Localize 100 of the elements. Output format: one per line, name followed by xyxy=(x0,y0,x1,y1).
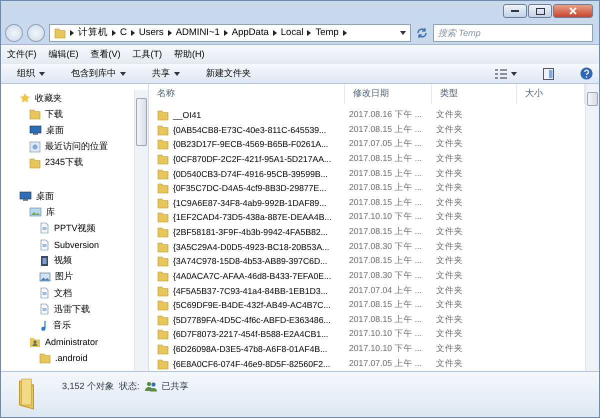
folder-icon xyxy=(157,358,169,370)
toolbar-button[interactable]: 包含到库中 xyxy=(71,67,126,80)
breadcrumb-item[interactable]: Temp xyxy=(315,27,339,38)
type-cell-text: 文件夹 xyxy=(435,196,464,209)
file-name-cell[interactable]: {4A0ACA7C-AFAA-46d8-B433-7EFA0E... xyxy=(149,270,345,282)
share-status: 已共享 xyxy=(162,380,189,393)
folder-icon xyxy=(157,299,169,312)
search-field[interactable]: 搜索 Temp xyxy=(433,24,593,42)
breadcrumb-item[interactable]: Local xyxy=(280,27,304,38)
type-cell-text: 文件夹 xyxy=(435,182,464,194)
menu-item[interactable]: 帮助(H) xyxy=(174,48,204,60)
maximize-button[interactable] xyxy=(528,4,552,18)
folder-icon xyxy=(29,156,41,169)
toolbar-button[interactable]: 组织 xyxy=(17,67,45,80)
sidebar-item[interactable]: Administrator xyxy=(1,334,134,350)
date-cell-text: 2017.08.15 上午 ... xyxy=(348,299,423,312)
toolbar-button[interactable]: 共享 xyxy=(152,67,180,80)
monitor-icon xyxy=(19,190,32,202)
sidebar-item[interactable]: 迅雷下载 xyxy=(1,301,134,318)
file-name-cell[interactable]: {3A5C29A4-D0D5-4923-BC18-20B53A... xyxy=(149,240,345,253)
chevron-icon xyxy=(224,30,228,36)
sidebar-item[interactable]: 收藏夹 xyxy=(1,90,134,106)
sidebar-item[interactable]: PPTV视频 xyxy=(1,220,134,236)
menu-item[interactable]: 编辑(E) xyxy=(48,48,78,60)
view-options-icon[interactable] xyxy=(495,68,517,78)
menu-item[interactable]: 工具(T) xyxy=(132,48,162,60)
column-header[interactable]: 类型 xyxy=(432,84,517,104)
file-name-cell[interactable]: {4F5A5B37-7C93-41a4-84BB-1EB1D3... xyxy=(149,284,345,297)
scrollbar[interactable] xyxy=(585,84,599,371)
toolbar-button[interactable]: 新建文件夹 xyxy=(206,67,251,80)
file-name-cell[interactable]: {6D7F8073-2217-454f-B588-E2A4CB1... xyxy=(149,328,345,340)
breadcrumb-item[interactable]: ADMINI~1 xyxy=(176,27,220,38)
sidebar-item[interactable]: 库 xyxy=(1,204,134,220)
file-name-cell[interactable]: {1EF2CAD4-73D5-438a-887E-DEAA4B... xyxy=(149,211,345,224)
file-name-cell[interactable]: __OI41 xyxy=(149,109,345,122)
file-name-cell[interactable]: {6E8A0CF6-074F-46e9-8D5F-82560F2... xyxy=(149,358,345,370)
column-header[interactable]: 修改日期 xyxy=(345,84,432,104)
file-name-cell[interactable]: {1C9A6E87-34F8-4ab9-992B-1DAF89... xyxy=(149,196,345,209)
folder-icon xyxy=(157,284,169,297)
menu-item[interactable]: 查看(V) xyxy=(90,48,120,60)
minimize-icon xyxy=(511,10,519,12)
refresh-icon[interactable] xyxy=(415,26,429,40)
scrollbar[interactable] xyxy=(134,90,148,371)
date-cell-text: 2017.10.10 下午 ... xyxy=(348,211,423,224)
file-name-cell[interactable]: {0B23D17F-9ECB-4569-B65B-F0261A... xyxy=(149,138,345,150)
folder-icon xyxy=(157,196,169,209)
minimize-button[interactable] xyxy=(503,4,527,18)
address-bar[interactable]: 计算机 C Users ADMINI~1 AppData Local Temp xyxy=(49,24,411,42)
sidebar-item[interactable]: 桌面 xyxy=(1,122,134,139)
type-cell-text: 文件夹 xyxy=(435,109,464,122)
chevron-icon xyxy=(168,30,172,36)
help-icon[interactable] xyxy=(580,67,593,80)
file-name-cell[interactable]: {5C69DF9E-B4DE-432f-AB49-AC4B7C... xyxy=(149,299,345,312)
sidebar-item[interactable]: Subversion xyxy=(1,236,134,253)
file-name-cell[interactable]: {6D26098A-D3E5-47b8-A6F8-01AF4B... xyxy=(149,343,345,356)
chevron-icon xyxy=(70,30,74,36)
folder-icon xyxy=(157,240,169,253)
folder-icon xyxy=(39,352,51,364)
folder-icon xyxy=(157,168,169,180)
folder-icon xyxy=(157,226,169,238)
menu-item[interactable]: 文件(F) xyxy=(7,48,36,60)
breadcrumb-item[interactable]: Users xyxy=(138,27,164,38)
date-cell-text: 2017.10.10 下午 ... xyxy=(348,328,423,340)
date-cell-text: 2017.08.15 上午 ... xyxy=(348,196,423,209)
file-name-cell[interactable]: {2BF58181-3F9F-4b3b-9942-4FA5B82... xyxy=(149,226,345,238)
sidebar-item[interactable]: .android xyxy=(1,350,134,366)
breadcrumb-item[interactable]: C xyxy=(120,27,127,38)
type-cell-text: 文件夹 xyxy=(435,240,464,253)
file-name-cell[interactable]: {5D7789FA-4D5C-4f6c-ABFD-E363486... xyxy=(149,314,345,326)
preview-pane-icon[interactable] xyxy=(543,68,554,80)
folder-icon xyxy=(54,26,66,38)
breadcrumb-item[interactable]: 计算机 xyxy=(78,26,108,39)
file-name-cell[interactable]: {0F35C7DC-D4A5-4cf9-8B3D-29877E... xyxy=(149,182,345,194)
date-cell-text: 2017.07.05 上午 ... xyxy=(348,138,423,150)
monitor-icon xyxy=(29,124,42,136)
date-cell-text: 2017.08.30 下午 ... xyxy=(348,240,423,253)
sidebar-item[interactable]: 最近访问的位置 xyxy=(1,138,134,155)
sidebar-item[interactable]: 下载 xyxy=(1,106,134,122)
library-document-icon xyxy=(39,287,50,300)
sidebar-item[interactable]: 视频 xyxy=(1,252,134,269)
sidebar-item[interactable]: 图片 xyxy=(1,268,134,286)
close-button[interactable] xyxy=(553,4,593,18)
folder-icon xyxy=(157,109,169,122)
file-name-cell[interactable]: {0CF870DF-2C2F-421f-95A1-5D217AA... xyxy=(149,152,345,165)
sidebar-item[interactable]: 音乐 xyxy=(1,317,134,334)
sidebar-item[interactable]: 桌面 xyxy=(1,188,134,204)
close-icon xyxy=(569,7,577,15)
date-cell-text: 2017.10.10 下午 ... xyxy=(348,343,423,356)
breadcrumb-item[interactable]: AppData xyxy=(232,27,269,38)
column-header[interactable]: 名称 xyxy=(149,84,345,104)
file-name-cell[interactable]: {3A74C978-15D8-4b53-AB89-397C6D... xyxy=(149,255,345,268)
folder-icon xyxy=(19,378,34,410)
date-cell-text: 2017.07.04 上午 ... xyxy=(348,284,423,297)
sidebar-item[interactable]: 2345下载 xyxy=(1,154,134,171)
folder-icon xyxy=(157,211,169,224)
file-name-cell[interactable]: {0D540CB3-D74F-4916-95CB-39599B... xyxy=(149,168,345,180)
chevron-icon xyxy=(112,30,116,36)
folder-icon xyxy=(157,328,169,340)
file-name-cell[interactable]: {0AB54CB8-E73C-40e3-811C-645539... xyxy=(149,124,345,136)
sidebar-item[interactable]: 文档 xyxy=(1,285,134,302)
